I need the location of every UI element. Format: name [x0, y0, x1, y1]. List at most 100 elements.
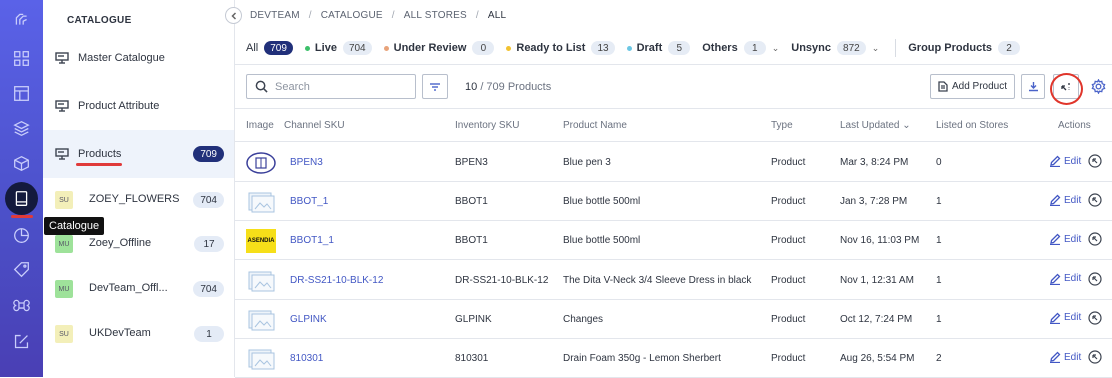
channel-label: UKDevTeam [89, 327, 151, 339]
column-header[interactable]: Channel SKU [284, 120, 345, 131]
filter-button[interactable] [422, 74, 448, 99]
sidebar-item-label: Product Attribute [78, 100, 160, 112]
expand-columns-button[interactable] [1053, 74, 1079, 99]
edit-button[interactable]: Edit [1049, 233, 1081, 246]
edit-box-icon[interactable] [10, 330, 33, 353]
channel-item[interactable]: SU ZOEY_FLOWERS 704 [43, 178, 234, 222]
column-header[interactable]: Inventory SKU [455, 120, 519, 131]
monitor-icon [55, 148, 69, 160]
edit-button[interactable]: Edit [1049, 155, 1081, 167]
search-input[interactable] [275, 78, 410, 95]
column-header[interactable]: Product Name [563, 120, 627, 131]
inventory-sku: BBOT1 [455, 235, 488, 247]
table-row[interactable]: ASENDIA BBOT1_1 BBOT1 Blue bottle 500ml Prod… [235, 221, 1112, 261]
filter-under-review[interactable]: Under Review 0 [383, 41, 495, 55]
breadcrumb-item[interactable]: DEVTEAM [250, 10, 300, 21]
channel-item[interactable]: MU DevTeam_Offl... 704 [43, 267, 234, 311]
filter-count: 704 [342, 41, 372, 55]
filter-ready-to-list[interactable]: Ready to List 13 [506, 41, 615, 55]
breadcrumb-item[interactable]: CATALOGUE [321, 10, 383, 21]
channel-sku-link[interactable]: 810301 [290, 353, 323, 364]
channel-sku-link[interactable]: BBOT1_1 [290, 235, 334, 246]
row-actions-icon[interactable] [1088, 154, 1102, 168]
product-name: Blue bottle 500ml [563, 235, 641, 247]
pie-chart-icon[interactable] [10, 224, 33, 247]
search-icon [255, 80, 268, 93]
listed-on-stores: 1 [936, 274, 942, 286]
edit-button[interactable]: Edit [1049, 351, 1081, 363]
row-actions-icon[interactable] [1088, 193, 1102, 207]
image-placeholder-icon [246, 347, 276, 371]
edit-label: Edit [1064, 273, 1082, 285]
filter-live[interactable]: Live 704 [304, 41, 372, 55]
row-actions-icon[interactable] [1088, 232, 1102, 246]
filter-label: Draft [636, 42, 663, 54]
product-name: Blue bottle 500ml [563, 196, 641, 208]
active-indicator [11, 215, 33, 218]
row-actions-icon[interactable] [1088, 350, 1102, 364]
collapse-sidebar-button[interactable] [225, 7, 242, 24]
channel-count: 704 [193, 192, 224, 208]
inventory-sku: DR-SS21-10-BLK-12 [455, 274, 549, 286]
product-type: Product [771, 353, 806, 364]
table-header: Image Channel SKU Inventory SKU Product … [235, 108, 1112, 142]
channel-sku-link[interactable]: BPEN3 [290, 157, 323, 168]
sidebar-item-product-attribute[interactable]: Product Attribute [43, 82, 234, 130]
table-row[interactable]: GLPINK GLPINK Changes Product Oct 12, 7:24 P… [235, 300, 1112, 339]
status-dot [506, 45, 512, 51]
edit-button[interactable]: Edit [1049, 273, 1081, 285]
column-header-label: Last Updated [840, 120, 900, 131]
channel-sku-link[interactable]: GLPINK [290, 314, 327, 325]
active-underline [76, 163, 122, 166]
column-header: Actions [1058, 120, 1091, 131]
filter-all[interactable]: All 709 [246, 41, 293, 55]
filter-count: 2 [997, 41, 1020, 55]
tag-icon[interactable] [10, 258, 33, 281]
sidebar-item-products[interactable]: Products 709 [43, 130, 234, 178]
table-row[interactable]: 810301 810301 Drain Foam 350g - Lemon Sher… [235, 339, 1112, 378]
search-box [246, 74, 416, 99]
last-updated: Mar 3, 8:24 PM [840, 157, 909, 168]
filter-others-dropdown[interactable]: Others 1 ⌄ [702, 41, 779, 55]
channel-count: 1 [194, 326, 224, 342]
add-product-label: Add Product [951, 81, 1008, 92]
filter-group-products[interactable]: Group Products 2 [908, 41, 1020, 55]
command-icon[interactable] [10, 294, 33, 317]
channel-item[interactable]: SU UKDevTeam 1 [43, 312, 234, 356]
add-product-button[interactable]: Add Product [930, 74, 1015, 99]
image-placeholder-icon [246, 190, 276, 214]
product-name: Drain Foam 350g - Lemon Sherbert [563, 353, 721, 364]
gear-icon[interactable] [1091, 78, 1106, 95]
channel-avatar: MU [55, 235, 73, 253]
dashboard-grid-icon[interactable] [10, 47, 33, 70]
channel-sku-link[interactable]: BBOT_1 [290, 196, 328, 207]
column-header[interactable]: Listed on Stores [936, 120, 1008, 131]
sort-chevron-icon: ⌄ [902, 120, 911, 131]
filter-label: Others [702, 42, 738, 54]
breadcrumb-item[interactable]: ALL STORES [404, 10, 467, 21]
filter-unsync-dropdown[interactable]: Unsync 872 ⌄ [791, 41, 879, 55]
column-header-sorted[interactable]: Last Updated ⌄ [840, 120, 911, 131]
row-actions-icon[interactable] [1088, 271, 1102, 286]
download-icon [1028, 82, 1038, 92]
download-button[interactable] [1021, 74, 1045, 99]
logo-icon[interactable] [10, 8, 33, 31]
layers-icon[interactable] [10, 117, 33, 140]
sidebar-title: CATALOGUE [67, 15, 132, 26]
inventory-sku: GLPINK [455, 313, 492, 325]
table-row[interactable]: BPEN3 BPEN3 Blue pen 3 Product Mar 3, 8:24 P… [235, 143, 1112, 182]
box-icon[interactable] [10, 152, 33, 175]
filter-draft[interactable]: Draft 5 [626, 41, 691, 55]
column-header[interactable]: Type [771, 120, 793, 131]
row-actions-icon[interactable] [1088, 311, 1102, 325]
table-row[interactable]: DR-SS21-10-BLK-12 DR-SS21-10-BLK-12 The Di… [235, 261, 1112, 300]
edit-button[interactable]: Edit [1049, 312, 1081, 324]
pencil-icon [1050, 233, 1061, 246]
layout-icon[interactable] [10, 82, 33, 105]
channel-sku-link[interactable]: DR-SS21-10-BLK-12 [290, 275, 383, 286]
edit-button[interactable]: Edit [1049, 194, 1081, 207]
table-row[interactable]: BBOT_1 BBOT1 Blue bottle 500ml Product Jan 3… [235, 182, 1112, 222]
sidebar-item-master-catalogue[interactable]: Master Catalogue [43, 34, 234, 82]
catalogue-book-icon[interactable] [5, 182, 38, 215]
pencil-icon [1050, 312, 1061, 324]
